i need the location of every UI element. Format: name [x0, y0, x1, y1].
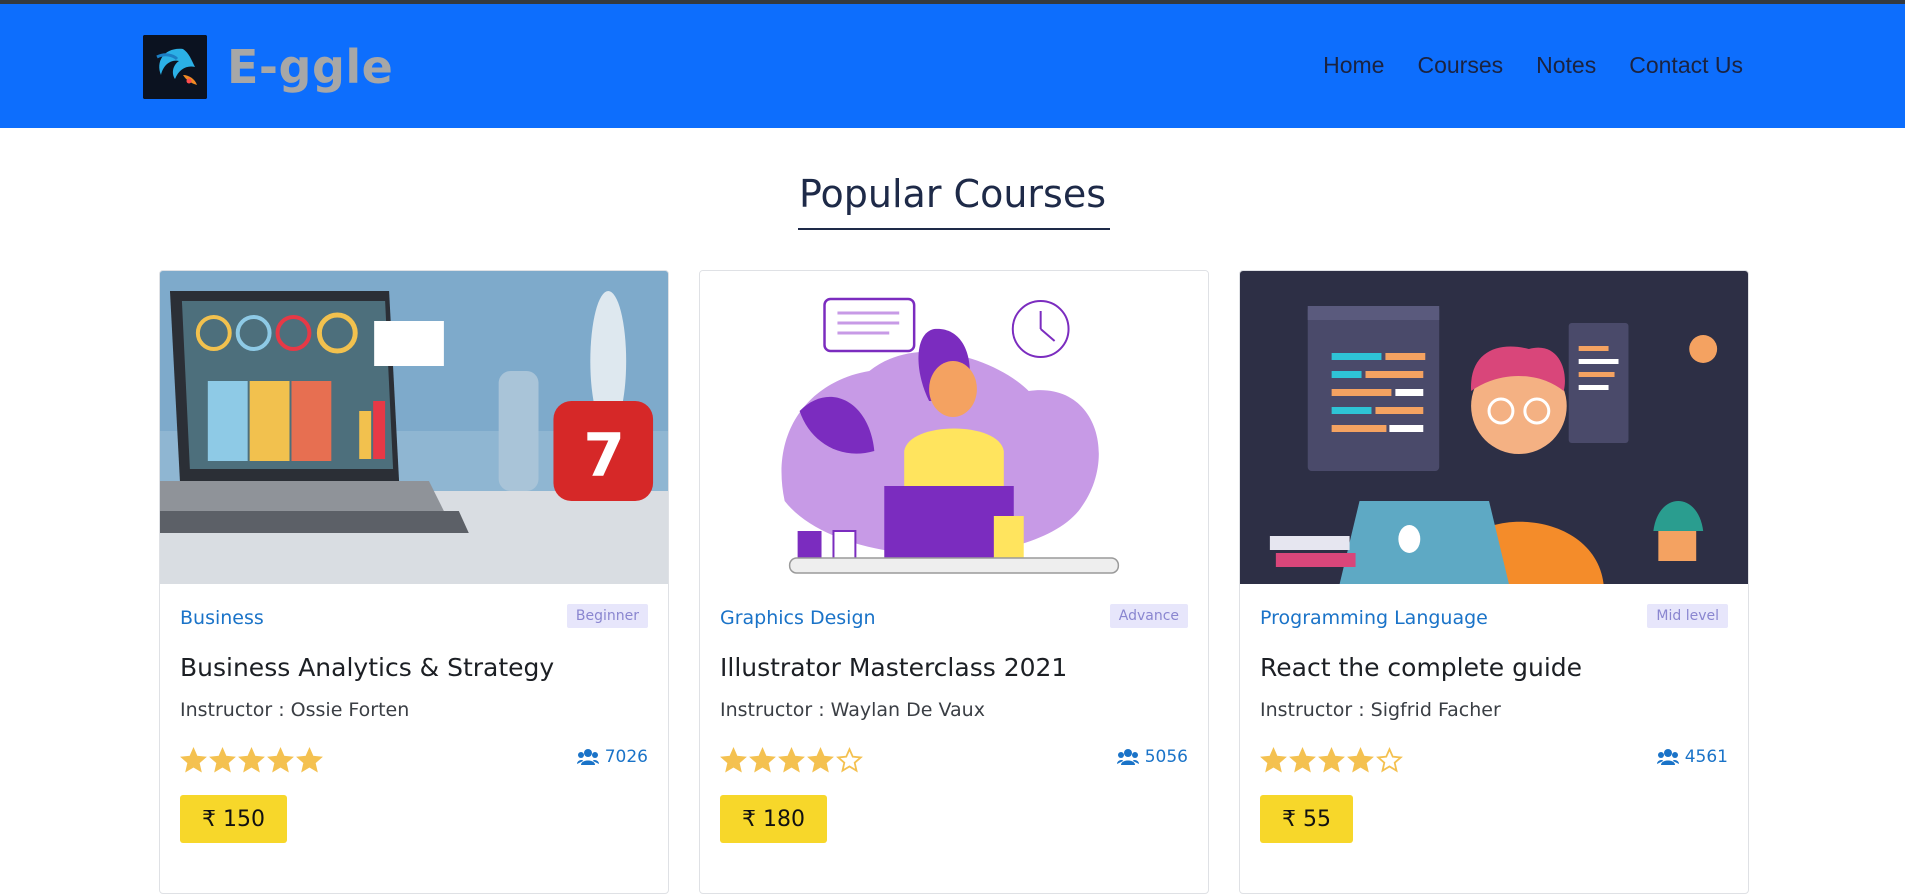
star-filled-icon: [296, 747, 323, 773]
title-underline: [798, 228, 1110, 230]
course-thumbnail-laptop-analytics: 7: [160, 271, 668, 584]
star-filled-icon: [1347, 747, 1374, 773]
navbar: E-ggle Home Courses Notes Contact Us: [0, 4, 1905, 128]
course-meta: Graphics Design Advance: [720, 604, 1188, 634]
level-badge: Mid level: [1647, 604, 1728, 628]
bird-logo-icon: [143, 35, 207, 99]
star-filled-icon: [267, 747, 294, 773]
star-filled-icon: [778, 747, 805, 773]
section-title: Popular Courses: [798, 172, 1107, 216]
star-filled-icon: [807, 747, 834, 773]
nav-home[interactable]: Home: [1323, 52, 1384, 79]
course-thumbnail-designer-illustration: [700, 271, 1208, 584]
brand-name: E-ggle: [227, 40, 394, 94]
course-meta: Programming Language Mid level: [1260, 604, 1728, 634]
star-filled-icon: [720, 747, 747, 773]
brand[interactable]: E-ggle: [143, 35, 393, 99]
star-rating: [720, 747, 863, 774]
users-icon: [1116, 749, 1139, 765]
star-filled-icon: [1289, 747, 1316, 773]
svg-text:7: 7: [583, 421, 625, 491]
star-filled-icon: [1318, 747, 1345, 773]
course-category[interactable]: Graphics Design: [720, 607, 876, 629]
student-count-value: 5056: [1144, 747, 1188, 767]
course-category[interactable]: Business: [180, 607, 264, 629]
star-filled-icon: [209, 747, 236, 773]
star-filled-icon: [238, 747, 265, 773]
nav-contact-us[interactable]: Contact Us: [1629, 52, 1743, 79]
student-count-value: 4561: [1684, 747, 1728, 767]
student-count-value: 7026: [604, 747, 648, 767]
level-badge: Beginner: [566, 604, 648, 628]
course-category[interactable]: Programming Language: [1260, 607, 1488, 629]
course-title[interactable]: Illustrator Masterclass 2021: [720, 653, 1067, 682]
star-filled-icon: [749, 747, 776, 773]
course-card[interactable]: Graphics Design Advance Illustrator Mast…: [699, 270, 1209, 894]
star-filled-icon: [180, 747, 207, 773]
course-title[interactable]: Business Analytics & Strategy: [180, 653, 554, 682]
course-card[interactable]: 7 Business Beginner Business Analytics &…: [159, 270, 669, 894]
price-button[interactable]: ₹ 55: [1260, 795, 1353, 843]
price-button[interactable]: ₹ 180: [720, 795, 827, 843]
course-instructor: Instructor : Waylan De Vaux: [720, 699, 985, 721]
student-count: 5056: [1116, 747, 1188, 767]
star-rating: [180, 747, 323, 774]
users-icon: [1656, 749, 1679, 765]
users-icon: [576, 749, 599, 765]
course-meta: Business Beginner: [180, 604, 648, 634]
star-rating: [1260, 747, 1403, 774]
course-title[interactable]: React the complete guide: [1260, 653, 1582, 682]
course-thumbnail-web-developer: [1240, 271, 1748, 584]
course-card[interactable]: Programming Language Mid level React the…: [1239, 270, 1749, 894]
student-count: 4561: [1656, 747, 1728, 767]
star-empty-icon: [836, 747, 863, 773]
star-empty-icon: [1376, 747, 1403, 773]
main-nav: Home Courses Notes Contact Us: [1323, 52, 1743, 79]
level-badge: Advance: [1109, 604, 1188, 628]
course-instructor: Instructor : Sigfrid Facher: [1260, 699, 1501, 721]
price-button[interactable]: ₹ 150: [180, 795, 287, 843]
brand-logo: [143, 35, 207, 99]
nav-courses[interactable]: Courses: [1417, 52, 1503, 79]
course-instructor: Instructor : Ossie Forten: [180, 699, 410, 721]
nav-notes[interactable]: Notes: [1536, 52, 1596, 79]
student-count: 7026: [576, 747, 648, 767]
star-filled-icon: [1260, 747, 1287, 773]
